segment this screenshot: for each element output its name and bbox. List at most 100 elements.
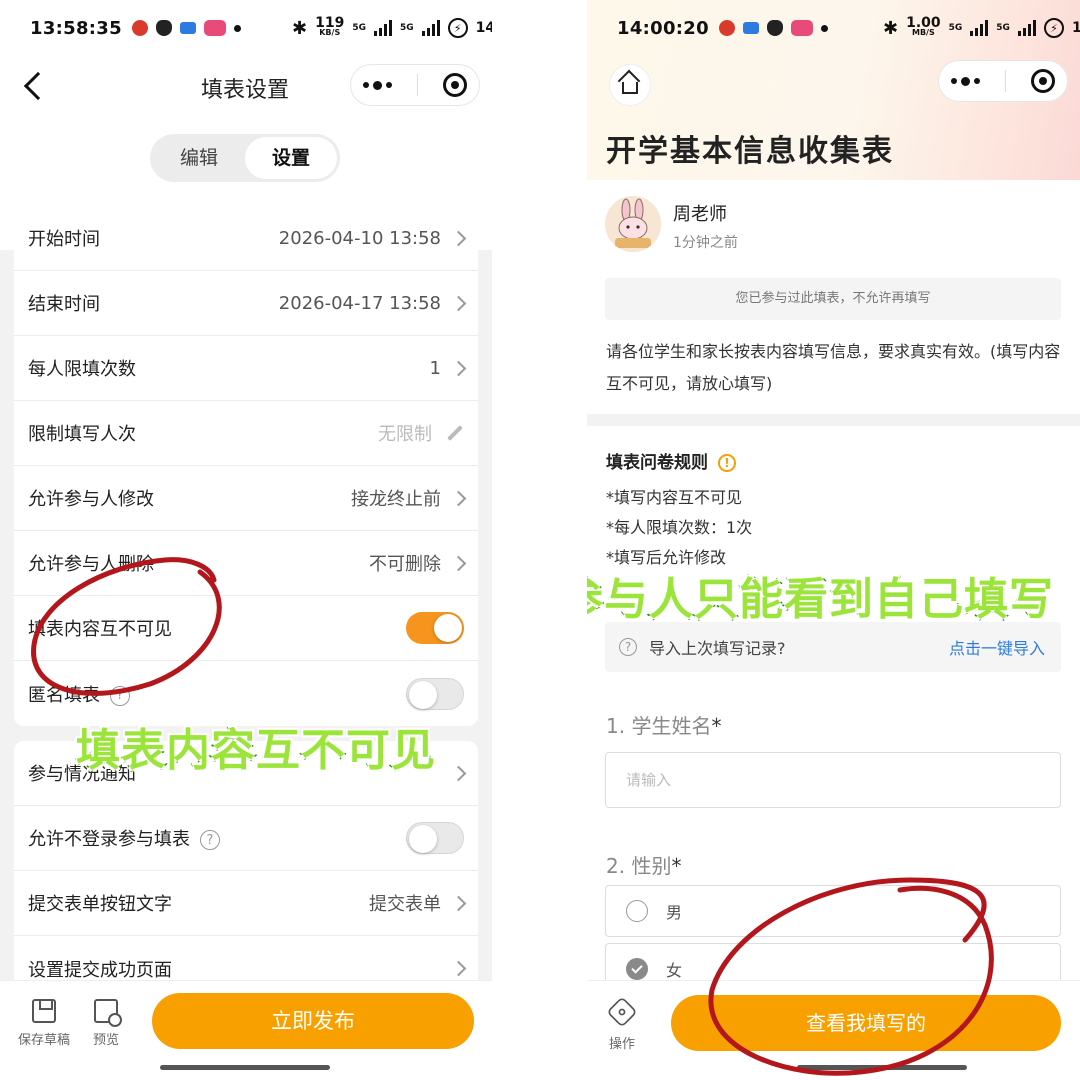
already-filled-notice: 您已参与过此填表，不允许再填写 (605, 278, 1061, 320)
chevron-right-icon (450, 490, 467, 506)
more-dot-icon (820, 24, 828, 32)
net-speed-unit: MB/S (911, 28, 935, 37)
status-right: ✱ 1.00 MB/S 5G 5G ⚡ 16% (883, 16, 1080, 39)
message-icon (179, 22, 196, 34)
preview-button[interactable]: 预览 (93, 999, 122, 1048)
tab-settings[interactable]: 设置 (245, 137, 337, 179)
student-name-input[interactable]: 请输入 (605, 752, 1061, 808)
import-record-bar: ? 导入上次填写记录? 点击一键导入 (605, 622, 1061, 672)
question-2-label: 2. 性别* (606, 850, 681, 879)
row-participant-limit[interactable]: 限制填写人次 无限制 (14, 401, 478, 466)
row-value: 1 (429, 357, 441, 379)
row-value: 无限制 (378, 424, 432, 445)
row-submit-button-text[interactable]: 提交表单按钮文字 提交表单 (14, 871, 478, 936)
question-1-label: 1. 学生姓名* (606, 710, 721, 739)
operation-button[interactable]: 操作 (606, 993, 638, 1052)
chevron-right-icon (450, 230, 467, 246)
option-label: 女 (666, 961, 683, 980)
row-value: 2026-04-10 13:58 (278, 227, 441, 249)
row-allow-delete[interactable]: 允许参与人删除 不可删除 (14, 531, 478, 596)
status-app-icons (131, 20, 241, 36)
import-link[interactable]: 点击一键导入 (949, 635, 1045, 659)
question-text: 2. 性别 (606, 854, 672, 878)
network-type-2: 5G (399, 23, 414, 33)
home-button[interactable] (609, 64, 651, 106)
rules-title: 填表问卷规则! (606, 448, 736, 473)
network-type-1: 5G (948, 23, 963, 33)
avatar (605, 196, 661, 252)
battery-icon: ⚡ (1043, 18, 1064, 38)
rules-title-text: 填表问卷规则 (606, 453, 708, 473)
row-label: 允许不登录参与填表 (28, 829, 190, 850)
network-type-1: 5G (352, 23, 366, 33)
mini-program-capsule (938, 60, 1068, 102)
signal-icon (970, 20, 989, 36)
more-dots-icon[interactable] (363, 80, 393, 90)
content-invisible-toggle[interactable] (406, 612, 464, 644)
row-label: 允许参与人修改 (28, 489, 154, 510)
pencil-edit-icon[interactable] (447, 425, 463, 441)
mini-program-capsule (350, 64, 480, 106)
segment-tabs: 编辑 设置 (150, 134, 340, 182)
author-name: 周老师 (673, 204, 727, 225)
chevron-right-icon (450, 295, 467, 311)
save-icon (32, 999, 56, 1023)
battery-level: 14% (475, 20, 492, 36)
help-icon[interactable]: ? (200, 830, 220, 850)
home-icon (622, 82, 638, 94)
battery-icon: ⚡ (447, 18, 468, 38)
chevron-right-icon (450, 765, 467, 781)
app-notification-icon (131, 20, 148, 36)
close-target-icon[interactable] (442, 73, 467, 97)
row-allow-modify[interactable]: 允许参与人修改 接龙终止前 (14, 466, 478, 531)
row-start-time[interactable]: 开始时间 2026-04-10 13:58 (14, 206, 478, 271)
more-dot-icon (233, 24, 241, 32)
status-bar: 13:58:35 ✱ 119 KB/S 5G 5G ⚡ 14% (0, 0, 492, 56)
row-fill-limit[interactable]: 每人限填次数 1 (14, 336, 478, 401)
status-time: 14:00:20 (617, 17, 709, 39)
app-notification-icon (718, 20, 735, 36)
question-text: 1. 学生姓名 (606, 714, 712, 738)
home-indicator (160, 1065, 330, 1070)
save-draft-button[interactable]: 保存草稿 (18, 999, 70, 1048)
author-time: 1分钟之前 (673, 235, 738, 251)
heart-app-icon (203, 20, 226, 36)
bluetooth-icon: ✱ (292, 17, 308, 39)
option-male[interactable]: 男 (605, 885, 1061, 937)
preview-icon (94, 999, 122, 1027)
chevron-right-icon (450, 360, 467, 376)
row-value: 接龙终止前 (351, 489, 441, 510)
required-mark: * (711, 714, 722, 738)
form-title: 开学基本信息收集表 (606, 134, 894, 169)
signal-icon-2 (1017, 20, 1036, 36)
row-label: 允许参与人删除 (28, 554, 154, 575)
row-end-time[interactable]: 结束时间 2026-04-17 13:58 (14, 271, 478, 336)
network-type-2: 5G (996, 23, 1010, 33)
rule-item: *填写内容互不可见 (606, 488, 743, 507)
no-login-toggle[interactable] (406, 822, 464, 854)
publish-button[interactable]: 立即发布 (152, 993, 474, 1049)
warning-icon[interactable]: ! (718, 454, 736, 472)
net-speed-unit: KB/S (319, 28, 341, 37)
home-indicator (797, 1065, 967, 1070)
view-my-entry-button[interactable]: 查看我填写的 (671, 995, 1061, 1051)
tab-edit[interactable]: 编辑 (153, 137, 245, 179)
chevron-right-icon (450, 555, 467, 571)
close-target-icon[interactable] (1030, 69, 1055, 93)
section-divider (587, 414, 1080, 426)
more-dots-icon[interactable] (951, 76, 981, 86)
battery-level: 16% (1071, 20, 1080, 36)
hexagon-settings-icon (606, 996, 638, 1028)
status-bar: 14:00:20 ✱ 1.00 MB/S 5G 5G ⚡ 16% (587, 0, 1080, 56)
anonymous-toggle[interactable] (406, 677, 464, 710)
row-value: 不可删除 (369, 554, 441, 575)
help-icon[interactable]: ? (110, 685, 130, 706)
status-time: 13:58:35 (30, 17, 122, 39)
row-label: 提交表单按钮文字 (28, 894, 172, 915)
import-question: 导入上次填写记录? (649, 639, 786, 658)
bunny-avatar-icon (605, 196, 661, 252)
preview-label: 预览 (93, 1033, 120, 1048)
message-icon (742, 22, 759, 34)
option-label: 男 (666, 903, 683, 922)
qq-icon (766, 20, 783, 36)
